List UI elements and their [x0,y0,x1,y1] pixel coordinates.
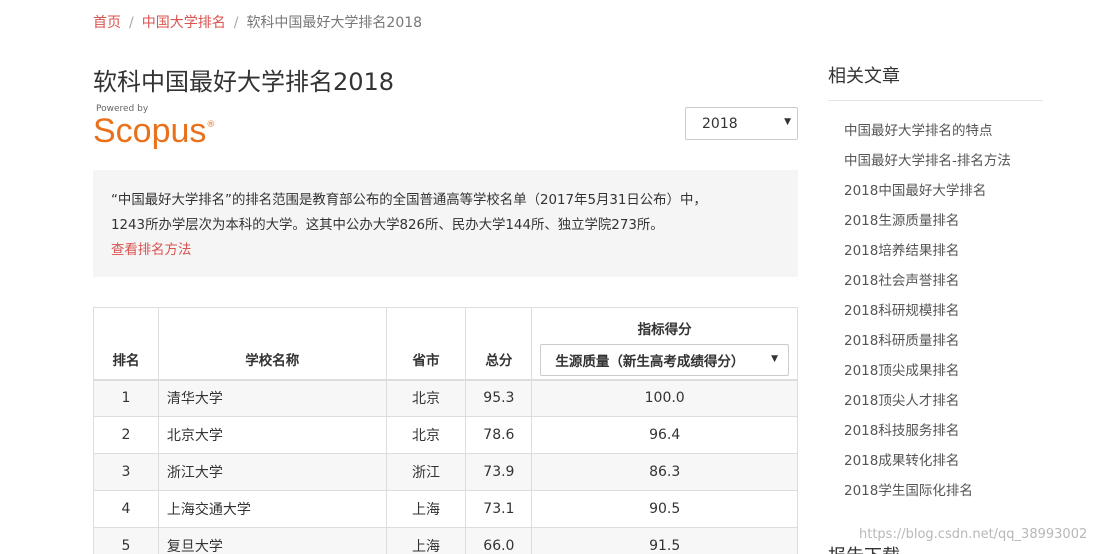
info-line-2: 1243所办学层次为本科的大学。这其中公办大学826所、民办大学144所、独立学… [111,218,664,233]
cell-rank: 3 [93,453,159,491]
sidebar-item[interactable]: 2018生源质量排名 [844,212,1043,242]
header-total: 总分 [465,307,533,381]
indicator-select-value: 生源质量（新生高考成绩得分） [555,354,745,370]
cell-rank: 4 [93,490,159,528]
chevron-down-icon: ▼ [771,354,778,364]
cell-total: 73.9 [465,453,533,491]
sidebar-item[interactable]: 2018顶尖人才排名 [844,392,1043,422]
header-name: 学校名称 [157,307,387,381]
cell-score: 86.3 [531,453,798,491]
watermark: https://blog.csdn.net/qq_38993002 [859,527,1088,542]
sidebar-item[interactable]: 2018社会声誉排名 [844,272,1043,302]
report-download-title: 报告下载 [828,542,900,554]
year-select[interactable]: 2018 ▼ [685,107,798,140]
table-row: 4 上海交通大学 上海 73.1 90.5 [93,490,798,528]
info-line-1: “中国最好大学排名”的排名范围是教育部公布的全国普通高等学校名单（2017年5月… [111,193,707,208]
view-method-link[interactable]: 查看排名方法 [111,238,774,263]
sidebar-item[interactable]: 2018学生国际化排名 [844,482,1043,512]
table-row: 1 清华大学 北京 95.3 100.0 [93,379,798,417]
scopus-logo: Powered by Scopus® [93,104,215,148]
scopus-brand: Scopus [93,112,207,150]
header-rank: 排名 [93,307,159,381]
year-select-value: 2018 [702,115,738,132]
cell-name: 浙江大学 [157,453,387,491]
cell-province: 上海 [385,527,467,554]
sidebar-item[interactable]: 2018中国最好大学排名 [844,182,1043,212]
sidebar-title: 相关文章 [828,62,1043,101]
cell-score: 96.4 [531,416,798,454]
cell-total: 95.3 [465,379,533,417]
cell-total: 78.6 [465,416,533,454]
table-row: 3 浙江大学 浙江 73.9 86.3 [93,453,798,491]
ranking-table: 排名 学校名称 省市 总分 指标得分 生源质量（新生高考成绩得分） ▼ 1 清华… [93,307,798,554]
sidebar-item[interactable]: 中国最好大学排名的特点 [844,122,1043,152]
sidebar-item[interactable]: 2018成果转化排名 [844,452,1043,482]
cell-name: 清华大学 [157,379,387,417]
sidebar-item[interactable]: 2018科研规模排名 [844,302,1043,332]
breadcrumb-current: 软科中国最好大学排名2018 [246,15,423,31]
breadcrumb-separator: / [233,15,239,31]
cell-name: 复旦大学 [157,527,387,554]
sidebar-item[interactable]: 中国最好大学排名-排名方法 [844,152,1043,182]
cell-rank: 1 [93,379,159,417]
page-title: 软科中国最好大学排名2018 [93,68,395,96]
cell-total: 66.0 [465,527,533,554]
cell-score: 90.5 [531,490,798,528]
sidebar-item[interactable]: 2018科研质量排名 [844,332,1043,362]
related-articles-list: 中国最好大学排名的特点 中国最好大学排名-排名方法 2018中国最好大学排名 2… [828,122,1043,512]
cell-rank: 2 [93,416,159,454]
breadcrumb-home-link[interactable]: 首页 [93,15,121,31]
indicator-select[interactable]: 生源质量（新生高考成绩得分） ▼ [540,344,789,376]
cell-name: 上海交通大学 [157,490,387,528]
cell-score: 91.5 [531,527,798,554]
scopus-reg: ® [206,120,216,130]
cell-province: 浙江 [385,453,467,491]
table-row: 5 复旦大学 上海 66.0 91.5 [93,527,798,554]
breadcrumb-category-link[interactable]: 中国大学排名 [142,15,226,31]
breadcrumb-separator: / [129,15,134,31]
cell-total: 73.1 [465,490,533,528]
table-header-row: 排名 学校名称 省市 总分 指标得分 生源质量（新生高考成绩得分） ▼ [93,307,798,381]
sidebar-item[interactable]: 2018顶尖成果排名 [844,362,1043,392]
breadcrumb: 首页 / 中国大学排名 / 软科中国最好大学排名2018 [93,12,422,32]
sidebar-item[interactable]: 2018科技服务排名 [844,422,1043,452]
header-indicator: 指标得分 生源质量（新生高考成绩得分） ▼ [531,307,798,381]
table-row: 2 北京大学 北京 78.6 96.4 [93,416,798,454]
chevron-down-icon: ▼ [784,117,791,127]
header-indicator-title: 指标得分 [637,322,692,338]
cell-province: 北京 [385,416,467,454]
cell-score: 100.0 [531,379,798,417]
ranking-info-box: “中国最好大学排名”的排名范围是教育部公布的全国普通高等学校名单（2017年5月… [93,170,798,277]
header-province: 省市 [385,307,467,381]
cell-rank: 5 [93,527,159,554]
cell-province: 北京 [385,379,467,417]
related-articles-sidebar: 相关文章 中国最好大学排名的特点 中国最好大学排名-排名方法 2018中国最好大… [828,62,1043,554]
sidebar-item[interactable]: 2018培养结果排名 [844,242,1043,272]
cell-name: 北京大学 [157,416,387,454]
cell-province: 上海 [385,490,467,528]
